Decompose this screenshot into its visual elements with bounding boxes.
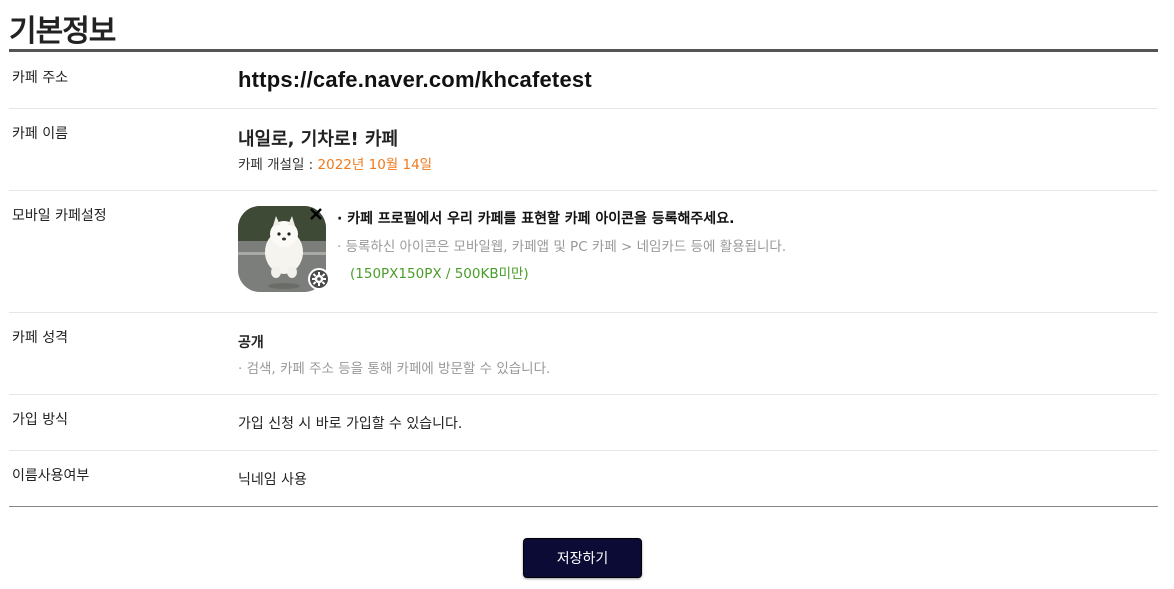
mobile-setting-desc: · 등록하신 아이콘은 모바일웹, 카페앱 및 PC 카페 > 네임카드 등에 … — [337, 239, 787, 255]
cafe-name-label: 카페 이름 — [12, 126, 68, 142]
page-title: 기본정보 — [9, 14, 116, 49]
cafe-url-label: 카페 주소 — [12, 70, 68, 86]
mobile-setting-guide: · 카페 프로필에서 우리 카페를 표현할 카페 아이콘을 등록해주세요. — [337, 211, 735, 227]
cafe-url-row: 카페 주소 https://cafe.naver.com/khcafetest — [9, 52, 1158, 109]
mobile-setting-row: 모바일 카페설정 · 카페 프로필에서 우리 카페를 표현할 카페 아이콘을 등… — [9, 191, 1158, 313]
cafe-type-desc: · 검색, 카페 주소 등을 통해 카페에 방문할 수 있습니다. — [238, 361, 551, 377]
join-method-row: 가입 방식 가입 신청 시 바로 가입할 수 있습니다. — [9, 395, 1158, 451]
save-button[interactable]: 저장하기 — [523, 538, 642, 578]
name-usage-value: 닉네임 사용 — [238, 472, 307, 488]
cafe-url-value: https://cafe.naver.com/khcafetest — [238, 67, 592, 92]
open-date: 카페 개설일 : 2022년 10월 14일 — [238, 153, 432, 173]
open-date-value: 2022년 10월 14일 — [317, 157, 433, 173]
close-icon[interactable] — [308, 206, 324, 222]
cafe-type-row: 카페 성격 공개 · 검색, 카페 주소 등을 통해 카페에 방문할 수 있습니… — [9, 313, 1158, 395]
mobile-setting-label: 모바일 카페설정 — [12, 208, 107, 224]
icon-size-spec: (150PX150PX / 500KB미만) — [350, 266, 529, 282]
join-method-value: 가입 신청 시 바로 가입할 수 있습니다. — [238, 416, 463, 432]
cafe-type-label: 카페 성격 — [12, 330, 68, 346]
name-usage-row: 이름사용여부 닉네임 사용 — [9, 451, 1158, 507]
open-date-label: 카페 개설일 : — [238, 157, 318, 173]
join-method-label: 가입 방식 — [12, 412, 68, 428]
cafe-icon-container — [238, 206, 330, 294]
cafe-name-row: 카페 이름 내일로, 기차로! 카페 카페 개설일 : 2022년 10월 14… — [9, 109, 1158, 191]
name-usage-label: 이름사용여부 — [12, 468, 90, 484]
cafe-name-value: 내일로, 기차로! 카페 — [238, 129, 399, 150]
cafe-type-value: 공개 — [238, 335, 264, 351]
mobile-setting-text: · 카페 프로필에서 우리 카페를 표현할 카페 아이콘을 등록해주세요. · … — [337, 208, 786, 282]
gear-icon[interactable] — [308, 268, 330, 290]
